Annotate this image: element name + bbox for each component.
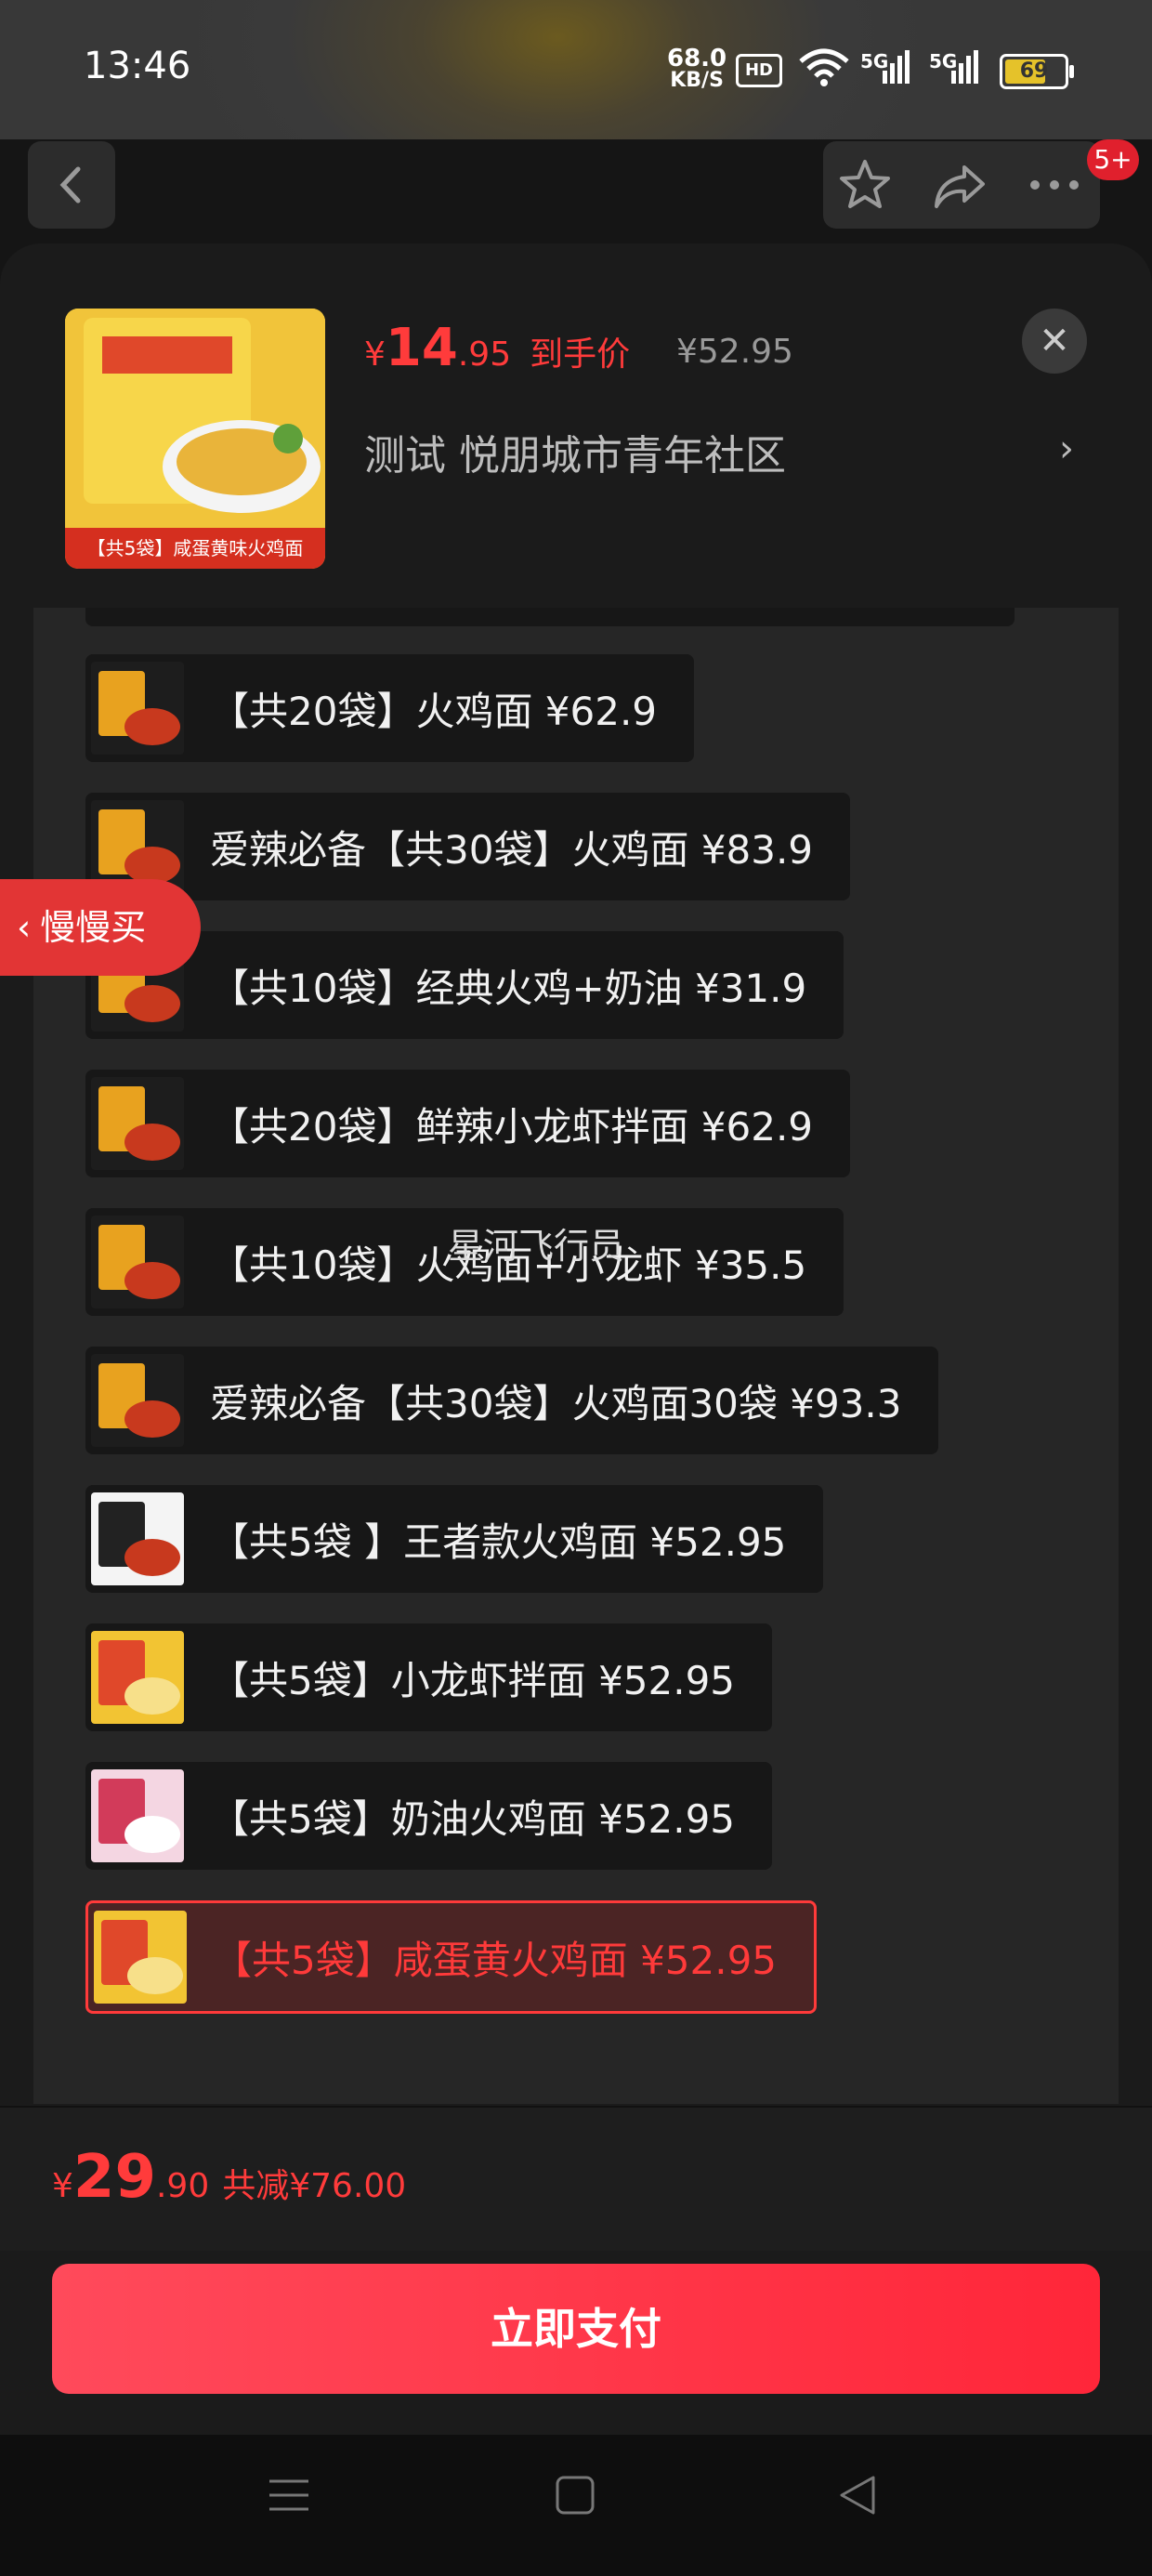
variant-option[interactable]: 爱辣必备【共30袋】火鸡面30袋 ¥93.3: [85, 1347, 939, 1454]
product-image: [65, 309, 325, 528]
network-speed-unit: KB/S: [670, 69, 724, 92]
menu-icon[interactable]: [266, 2472, 312, 2518]
variant-label: 【共5袋】奶油火鸡面 ¥52.95: [210, 1795, 736, 1842]
system-nav-bar: [0, 2435, 1152, 2576]
chevron-right-icon[interactable]: ›: [1059, 427, 1074, 470]
network-speed: 68.0 KB/S: [667, 46, 727, 91]
battery-text: 69: [1019, 59, 1049, 83]
total-price: ¥29.90 共减¥76.00: [52, 2143, 406, 2212]
variant-thumbnail: [91, 1354, 184, 1447]
variant-thumbnail: [91, 1631, 184, 1724]
watermark-text: 星河飞行员: [448, 1226, 625, 1267]
product-thumbnail: 【共5袋】咸蛋黄味火鸡面: [65, 309, 325, 569]
variant-option[interactable]: 【共5袋 】王者款火鸡面 ¥52.95: [85, 1485, 824, 1593]
variant-option[interactable]: 【共5袋】咸蛋黄火鸡面 ¥52.95: [85, 1900, 818, 2014]
battery-icon: 69: [1000, 54, 1074, 89]
variant-label: 【共5袋】咸蛋黄火鸡面 ¥52.95: [213, 1937, 778, 1983]
variant-thumbnail: [94, 1911, 187, 2004]
variant-thumbnail: [91, 1077, 184, 1170]
chevron-left-icon: [59, 166, 81, 204]
back-button[interactable]: [28, 141, 115, 229]
price-integer: 14: [385, 318, 458, 378]
variant-option[interactable]: 爱辣必备【共30袋】火鸡面 ¥83.9: [85, 793, 851, 900]
variant-option[interactable]: 【共20袋】火鸡面 ¥62.9: [85, 654, 695, 762]
total-price-decimal: .90: [155, 2167, 210, 2205]
price-tracker-tab[interactable]: ‹ 慢慢买: [0, 879, 201, 976]
price-symbol: ¥: [364, 335, 386, 374]
variant-label: 【共5袋】小龙虾拌面 ¥52.95: [210, 1657, 736, 1703]
home-icon[interactable]: [552, 2472, 598, 2518]
total-discount: 共减¥76.00: [222, 2167, 407, 2205]
notification-badge: 5+: [1087, 139, 1139, 180]
variant-label: 爱辣必备【共30袋】火鸡面 ¥83.9: [210, 826, 814, 873]
delivery-address[interactable]: 测试 悦朋城市青年社区: [364, 422, 786, 481]
pay-now-button[interactable]: 立即支付: [52, 2264, 1100, 2394]
variant-option[interactable]: 【共5袋】小龙虾拌面 ¥52.95: [85, 1623, 773, 1731]
variant-label: 【共20袋】鲜辣小龙虾拌面 ¥62.9: [210, 1103, 814, 1150]
star-icon[interactable]: [834, 154, 896, 216]
chevron-left-icon: ‹: [17, 907, 32, 948]
variant-option[interactable]: 【共5袋】奶油火鸡面 ¥52.95: [85, 1762, 773, 1870]
product-thumbnail-caption: 【共5袋】咸蛋黄味火鸡面: [65, 528, 325, 569]
variant-label: 【共10袋】经典火鸡+奶油 ¥31.9: [210, 965, 807, 1011]
variant-thumbnail: [91, 1769, 184, 1862]
original-price: ¥52.95: [676, 333, 793, 371]
signal-bars-icon: [883, 50, 910, 84]
price-label: 到手价: [530, 335, 631, 374]
variant-thumbnail: [91, 1216, 184, 1308]
variant-option-partial[interactable]: [85, 608, 1015, 626]
close-icon: ✕: [1039, 320, 1070, 362]
close-button[interactable]: ✕: [1022, 309, 1087, 374]
variant-label: 爱辣必备【共30袋】火鸡面30袋 ¥93.3: [210, 1380, 902, 1426]
nav-action-group: [823, 141, 1100, 229]
total-price-integer: 29: [72, 2143, 156, 2212]
network-speed-value: 68.0: [667, 45, 727, 72]
variant-thumbnail: [91, 1492, 184, 1585]
total-price-symbol: ¥: [52, 2167, 73, 2205]
share-icon[interactable]: [929, 154, 990, 216]
variant-label: 【共20袋】火鸡面 ¥62.9: [210, 688, 658, 734]
price-tracker-label: 慢慢买: [40, 907, 147, 948]
price-decimal: .95: [457, 335, 512, 374]
final-price: ¥14.95 到手价: [364, 318, 630, 378]
variant-label: 【共5袋 】王者款火鸡面 ¥52.95: [210, 1518, 787, 1565]
variant-list: 【共20袋】火鸡面 ¥62.9 爱辣必备【共30袋】火鸡面 ¥83.9 【共10袋】…: [33, 608, 1119, 2104]
variant-option[interactable]: 【共20袋】鲜辣小龙虾拌面 ¥62.9: [85, 1070, 851, 1177]
status-time: 13:46: [84, 45, 191, 87]
more-icon[interactable]: [1022, 154, 1087, 216]
variant-option[interactable]: 【共10袋】经典火鸡+奶油 ¥31.9: [85, 931, 844, 1039]
back-nav-icon[interactable]: [834, 2472, 881, 2518]
hd-icon: HD: [736, 54, 782, 87]
variant-thumbnail: [91, 662, 184, 755]
signal-bars-icon: [951, 50, 978, 84]
wifi-icon: [799, 48, 849, 86]
